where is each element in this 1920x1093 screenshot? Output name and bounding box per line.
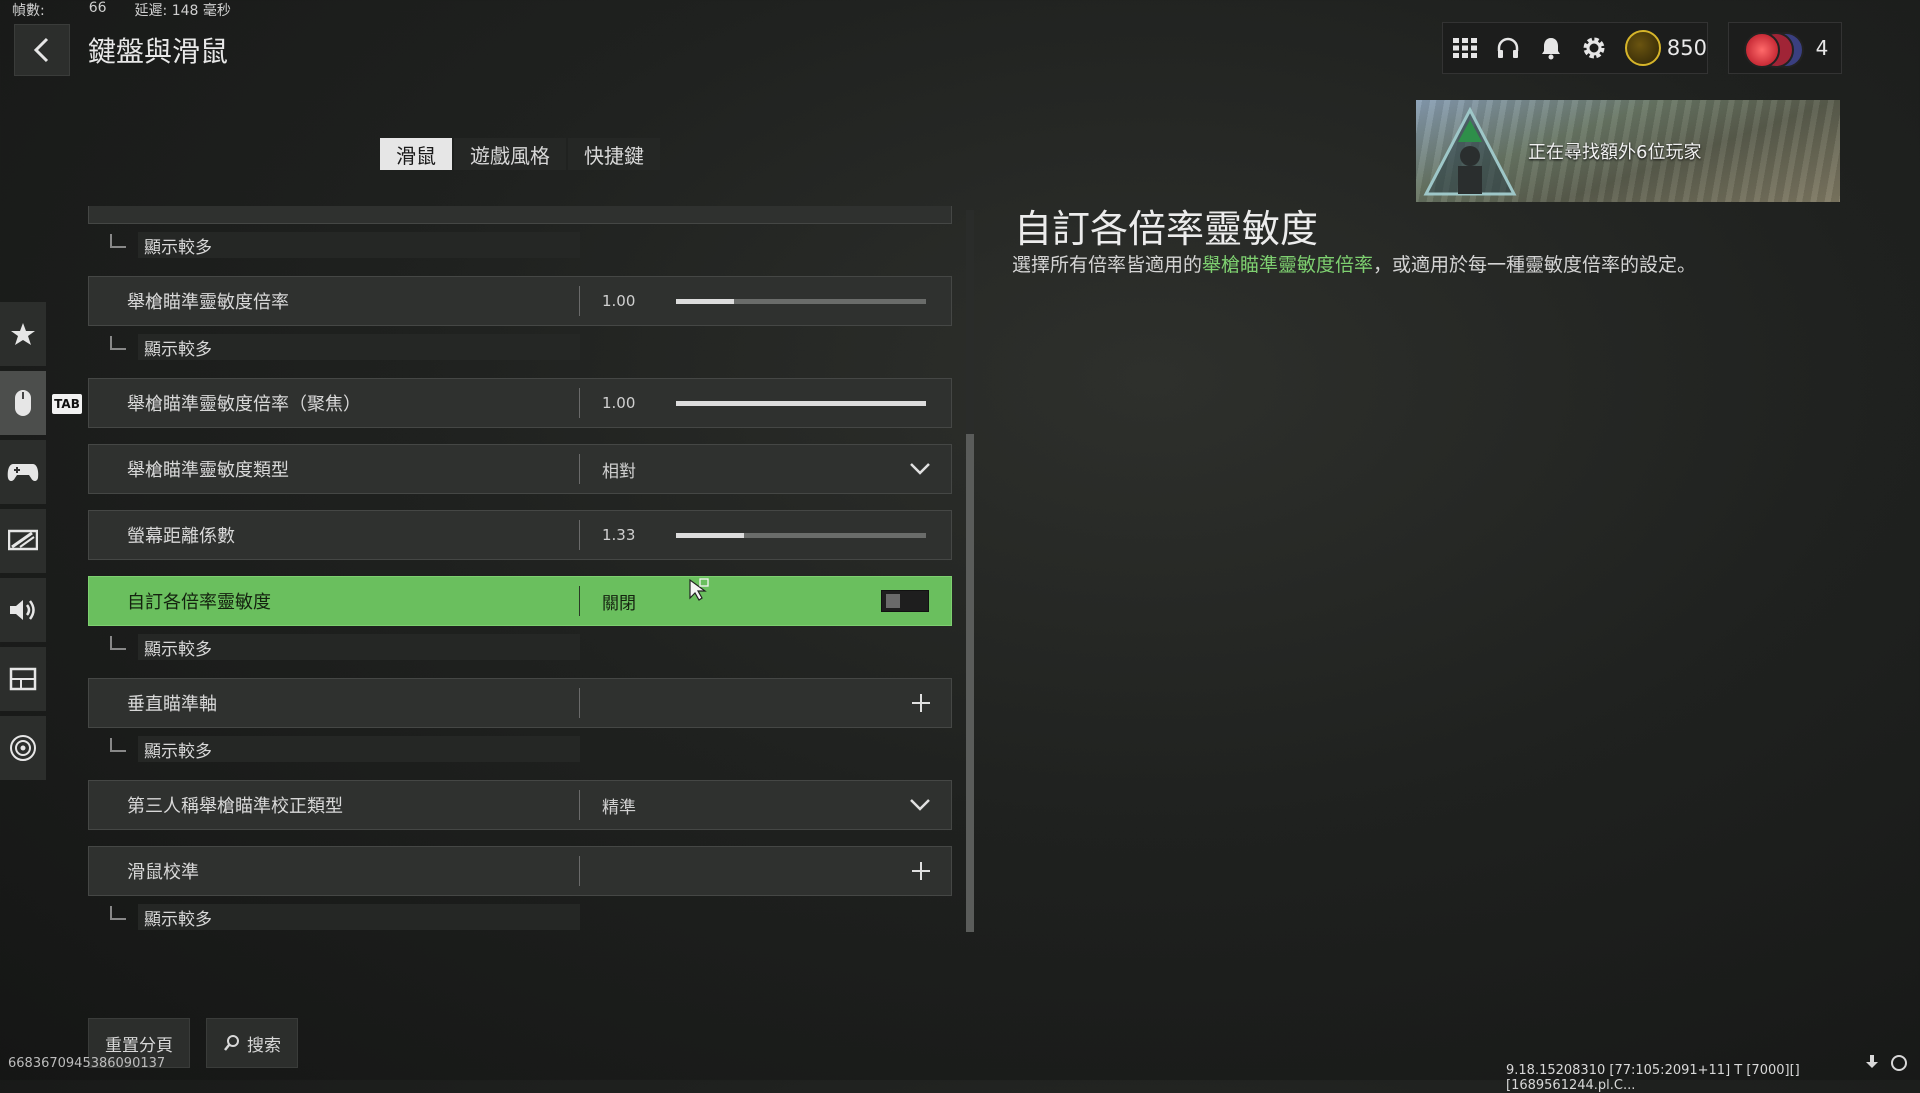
desc-prefix: 選擇所有倍率皆適用的 [1012,254,1203,276]
settings-tabs: 滑鼠 遊戲風格 快捷鍵 [380,138,660,170]
setting-value: 1.00 [602,292,636,310]
layout-icon [9,667,37,691]
chevron-down-icon [910,463,930,475]
performance-stats: 幀數: 66 延遲: 148 毫秒 [12,0,231,20]
monitor-icon [8,529,38,551]
setting-ads-sensitivity-multiplier-focus[interactable]: 舉槍瞄準靈敏度倍率（聚焦） 1.00 [88,378,952,428]
show-more-label: 顯示較多 [138,904,580,930]
top-toolbar: 850 [1442,22,1708,74]
plus-icon[interactable] [911,693,931,713]
sensitivity-slider[interactable] [676,298,926,304]
chevron-left-icon [33,37,49,63]
toggle-knob [886,594,900,608]
show-more-label: 顯示較多 [138,232,580,258]
scrollbar-thumb[interactable] [966,434,974,932]
desc-link[interactable]: 舉槍瞄準靈敏度倍率 [1202,254,1373,276]
sensitivity-slider[interactable] [676,400,926,406]
setting-label: 滑鼠校準 [127,862,199,883]
fps-value: 66 [88,0,107,16]
gear-icon[interactable] [1581,35,1607,61]
speaker-icon [10,600,35,620]
nav-interface[interactable] [0,647,46,711]
setting-monitor-distance-coefficient[interactable]: 螢幕距離係數 1.33 [88,510,952,560]
nav-favorites[interactable] [0,302,46,366]
desc-suffix: ，或適用於每一種靈敏度倍率的設定。 [1373,254,1697,276]
nav-graphics[interactable] [0,509,46,573]
setting-label: 自訂各倍率靈敏度 [127,592,271,613]
nav-account-network[interactable] [0,716,46,780]
setting-label: 舉槍瞄準靈敏度倍率（聚焦） [127,394,361,415]
matchmaking-banner[interactable]: 正在尋找額外6位玩家 [1416,100,1840,202]
latency-text: 延遲: 148 毫秒 [134,3,231,19]
search-button[interactable]: 搜索 [206,1018,298,1068]
show-more-link[interactable]: 顯示較多 [88,904,580,930]
setting-value: 1.33 [602,526,636,544]
party-avatars-icon [1742,30,1804,68]
show-more-link[interactable]: 顯示較多 [88,334,580,360]
setting-label: 舉槍瞄準靈敏度倍率 [127,292,289,313]
nav-mouse[interactable] [0,371,46,435]
plus-icon[interactable] [911,861,931,881]
back-button[interactable] [14,24,70,76]
page-title: 鍵盤與滑鼠 [88,35,229,68]
chevron-down-icon [910,799,930,811]
cod-points-icon [1624,30,1661,66]
tab-gameplay-style[interactable]: 遊戲風格 [454,138,566,170]
setting-mouse-calibration[interactable]: 滑鼠校準 [88,846,952,896]
search-icon [224,1035,239,1051]
cursor-icon [689,577,709,601]
nav-controller[interactable] [0,440,46,504]
headset-icon[interactable] [1496,35,1521,61]
toggle-switch[interactable] [881,590,929,612]
coefficient-slider[interactable] [676,532,926,538]
show-more-link[interactable]: 顯示較多 [88,736,580,762]
build-info: 9.18.15208310 [77:105:2091+11] T [7000][… [1506,1063,1800,1093]
tab-keybinds[interactable]: 快捷鍵 [568,138,660,170]
operator-emblem-icon [1423,106,1517,196]
setting-label: 螢幕距離係數 [127,526,235,547]
show-more-link[interactable]: 顯示較多 [88,634,580,660]
tab-key-hint: TAB [52,394,82,414]
search-label: 搜索 [247,1035,281,1056]
setting-label: 第三人稱舉槍瞄準校正類型 [127,796,343,817]
detail-title: 自訂各倍率靈敏度 [1014,207,1319,251]
party-count: 4 [1815,36,1829,60]
setting-custom-sensitivity-per-zoom[interactable]: 自訂各倍率靈敏度 關閉 [88,576,952,626]
setting-third-person-ads-transition[interactable]: 第三人稱舉槍瞄準校正類型 精準 [88,780,952,830]
fps-label: 幀數: [12,3,45,19]
star-icon [11,323,35,345]
reset-label: 重置分頁 [105,1035,173,1056]
user-id: 6683670945386090137 [8,1056,166,1071]
setting-ads-sensitivity-type[interactable]: 舉槍瞄準靈敏度類型 相對 [88,444,952,494]
corner-status-icons [1864,1054,1908,1072]
setting-vertical-aim-axis[interactable]: 垂直瞄準軸 [88,678,952,728]
currency-display[interactable]: 850 [1624,30,1708,66]
show-more-label: 顯示較多 [138,334,580,360]
setting-ads-sensitivity-multiplier[interactable]: 舉槍瞄準靈敏度倍率 1.00 [88,276,952,326]
nav-audio[interactable] [0,578,46,642]
setting-value: 關閉 [602,593,636,614]
settings-row-partial[interactable] [88,206,952,224]
setting-value: 1.00 [602,394,636,412]
grid-menu-icon[interactable] [1453,35,1478,61]
currency-value: 850 [1666,36,1708,60]
setting-value: 相對 [602,461,636,482]
bell-icon[interactable] [1538,35,1563,61]
setting-label: 垂直瞄準軸 [127,694,217,715]
setting-label: 舉槍瞄準靈敏度類型 [127,460,289,481]
status-ring-icon [1891,1055,1907,1071]
settings-category-nav [0,302,46,780]
mouse-icon [15,390,31,416]
show-more-label: 顯示較多 [138,736,580,762]
network-icon [10,735,36,761]
download-icon [1866,1055,1878,1068]
banner-text: 正在尋找額外6位玩家 [1528,142,1702,163]
party-button[interactable]: 4 [1728,22,1842,74]
detail-description: 選擇所有倍率皆適用的舉槍瞄準靈敏度倍率，或適用於每一種靈敏度倍率的設定。 [1012,250,1696,277]
setting-value: 精準 [602,797,636,818]
gamepad-icon [7,464,39,481]
tab-mouse[interactable]: 滑鼠 [380,138,452,170]
show-more-link[interactable]: 顯示較多 [88,232,580,258]
show-more-label: 顯示較多 [138,634,580,660]
